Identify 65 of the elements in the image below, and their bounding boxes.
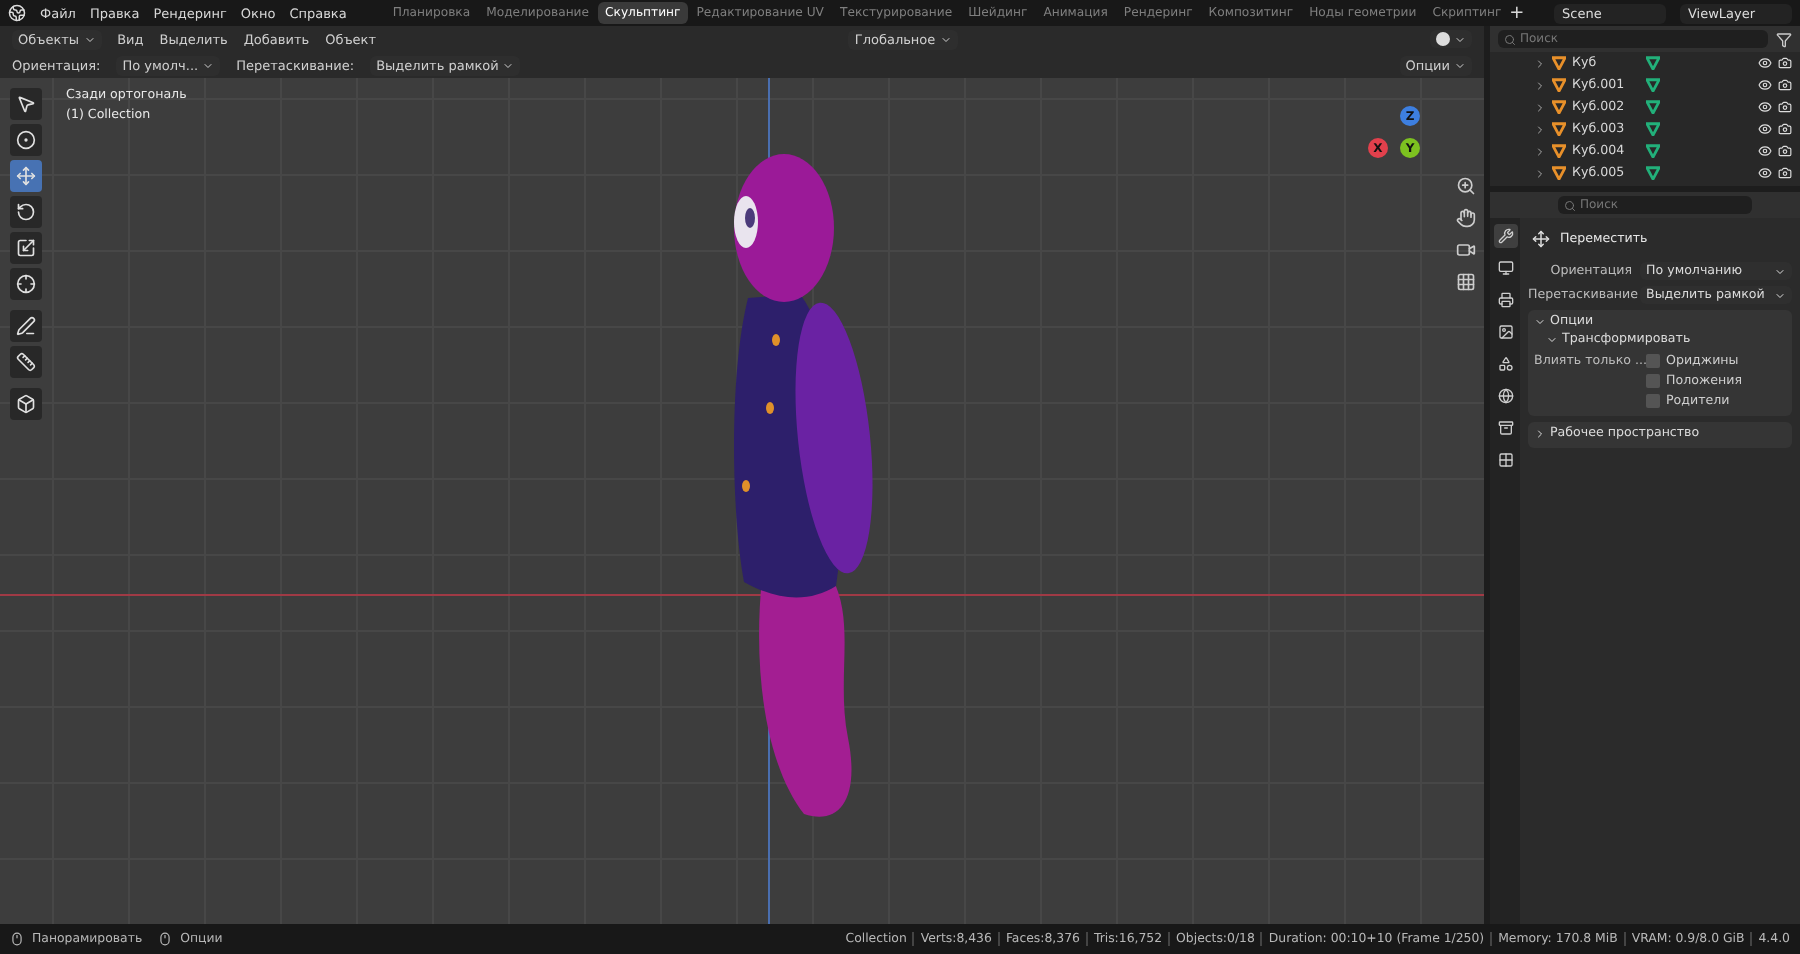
properties-tab[interactable] — [1493, 352, 1517, 376]
tool-button[interactable] — [10, 268, 42, 300]
wrench-icon — [1497, 228, 1513, 244]
rotate-icon — [16, 202, 36, 222]
eye-icon[interactable] — [1758, 166, 1772, 180]
ruler-icon — [16, 352, 36, 372]
printer-icon — [1497, 292, 1513, 308]
move-icon — [16, 166, 36, 186]
chevron-icon — [83, 33, 96, 45]
tool-button[interactable] — [10, 310, 42, 342]
properties-tab[interactable] — [1493, 384, 1517, 408]
pen-icon — [16, 316, 36, 336]
filter-icon[interactable] — [1776, 31, 1792, 47]
zoom-button[interactable] — [1454, 174, 1478, 198]
properties-tab[interactable] — [1493, 416, 1517, 440]
camera-icon[interactable] — [1778, 144, 1792, 158]
camera-button[interactable] — [1454, 238, 1478, 262]
eye-icon[interactable] — [1758, 56, 1772, 70]
camera-icon[interactable] — [1778, 166, 1792, 180]
eye-icon[interactable] — [1758, 122, 1772, 136]
monitor-icon — [1497, 260, 1513, 276]
search-icon — [1564, 199, 1576, 211]
transform-icon — [16, 274, 36, 294]
properties-tab[interactable] — [1493, 224, 1517, 248]
chevron-icon — [1454, 59, 1466, 71]
shapes-icon — [1497, 356, 1513, 372]
chevron-icon — [1454, 33, 1467, 45]
eye-icon[interactable] — [1758, 144, 1772, 158]
chevron-icon — [202, 59, 215, 71]
mouse-icon — [10, 932, 24, 946]
properties-tab[interactable] — [1493, 288, 1517, 312]
chevron-icon — [502, 59, 515, 71]
search-icon — [1504, 33, 1516, 45]
camera-icon[interactable] — [1778, 122, 1792, 136]
box-icon — [1497, 420, 1513, 436]
move-icon — [1532, 230, 1550, 248]
cursor-icon — [16, 130, 36, 150]
chevron-icon — [939, 33, 952, 45]
grid-icon — [1497, 452, 1513, 468]
grid-button[interactable] — [1454, 270, 1478, 294]
mouse-icon — [158, 932, 173, 946]
logo-icon[interactable] — [8, 4, 26, 22]
add-workspace-button[interactable]: + — [1509, 3, 1525, 23]
select-icon — [16, 94, 36, 114]
cube-icon — [16, 394, 36, 414]
chevron-icon — [1534, 427, 1546, 439]
shading-dropdown[interactable] — [1430, 30, 1473, 48]
tool-button[interactable] — [10, 124, 42, 156]
globe-icon — [1497, 388, 1513, 404]
pan-button[interactable] — [1454, 206, 1478, 230]
tool-button[interactable] — [10, 232, 42, 264]
camera-icon[interactable] — [1778, 78, 1792, 92]
camera-icon[interactable] — [1778, 100, 1792, 114]
eye-icon[interactable] — [1758, 100, 1772, 114]
tool-button[interactable] — [10, 196, 42, 228]
image-icon — [1497, 324, 1513, 340]
tool-button[interactable] — [10, 88, 42, 120]
eye-icon[interactable] — [1758, 78, 1772, 92]
scale-icon — [16, 238, 36, 258]
properties-tab[interactable] — [1493, 320, 1517, 344]
properties-tab[interactable] — [1493, 256, 1517, 280]
tool-button[interactable] — [10, 388, 42, 420]
properties-tab[interactable] — [1493, 448, 1517, 472]
tool-button[interactable] — [10, 346, 42, 378]
camera-icon[interactable] — [1778, 56, 1792, 70]
